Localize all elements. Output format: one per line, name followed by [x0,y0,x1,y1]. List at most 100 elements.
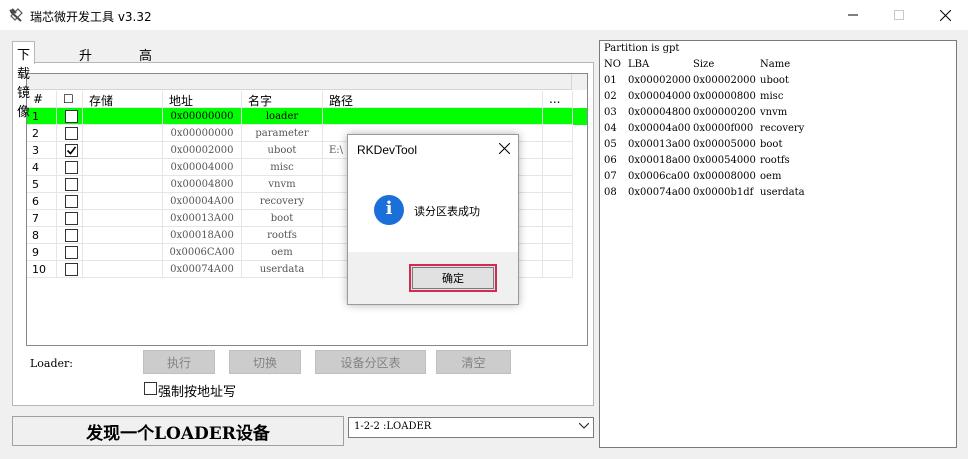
cell-index: 7 [27,210,57,227]
tab-upgrade-firmware[interactable]: 升级固件 [74,42,97,121]
tool-icon [8,7,24,23]
col-header-name[interactable]: 名字 [242,91,323,108]
cell-index: 10 [27,261,57,278]
cell-index: 5 [27,176,57,193]
window-title: 瑞芯微开发工具 v3.32 [30,10,152,24]
cell-check [57,142,83,159]
dialog-message: 读分区表成功 [414,205,480,218]
cell-storage [83,125,163,142]
cell-more [543,227,573,244]
row-checkbox[interactable] [65,127,78,140]
cell-more [543,142,573,159]
row-checkbox[interactable] [65,246,78,259]
cell-storage [83,261,163,278]
row-checkbox[interactable] [65,144,78,157]
cell-storage [83,159,163,176]
minimize-button[interactable] [830,0,876,30]
device-status: 发现一个LOADER设备 [12,416,344,446]
col-header-index[interactable]: # [27,91,57,108]
device-select[interactable]: 1-2-2 :LOADER [348,417,594,438]
cell-storage [83,193,163,210]
cell-index: 6 [27,193,57,210]
rkdevtool-dialog: RKDevTool i 读分区表成功 确定 [347,134,519,305]
cell-address: 0x00000000 [163,125,242,142]
row-checkbox[interactable] [65,110,78,123]
cell-check [57,261,83,278]
cell-storage [83,176,163,193]
cell-check [57,108,83,125]
cell-name: vnvm [242,176,323,193]
cell-check [57,244,83,261]
loader-label: Loader: [30,357,74,370]
tab-advanced[interactable]: 高级功能 [134,42,157,121]
run-button[interactable]: 执行 [143,350,215,374]
cell-address: 0x00004A00 [163,193,242,210]
partition-header: Partition is gpt [604,43,680,54]
dialog-footer: 确定 [348,252,518,304]
row-checkbox[interactable] [65,263,78,276]
cell-index: 1 [27,108,57,125]
cell-address: 0x00004800 [163,176,242,193]
cell-name: parameter [242,125,323,142]
cell-name: oem [242,244,323,261]
cell-index: 4 [27,159,57,176]
close-icon[interactable] [499,143,510,154]
col-header-path[interactable]: 路径 [323,91,543,108]
cell-more [543,159,573,176]
row-checkbox[interactable] [65,212,78,225]
clear-button[interactable]: 清空 [436,350,511,374]
cell-path [323,108,543,125]
row-checkbox[interactable] [65,229,78,242]
title-bar: 瑞芯微开发工具 v3.32 [0,0,968,30]
cell-storage [83,142,163,159]
col-header-address[interactable]: 地址 [163,91,242,108]
table-row[interactable]: 1 0x00000000 loader [27,108,587,125]
device-select-value: 1-2-2 :LOADER [354,421,432,432]
cell-storage [83,108,163,125]
row-checkbox[interactable] [65,195,78,208]
info-icon: i [374,195,404,225]
cell-storage [83,244,163,261]
col-header-check[interactable]: ☐ [57,91,83,108]
table-corner [571,74,587,90]
col-header-more[interactable]: ... [543,91,573,108]
col-header-storage[interactable]: 存储 [83,91,163,108]
device-partition-table-button[interactable]: 设备分区表 [315,350,426,374]
close-button[interactable] [922,0,968,30]
cell-address: 0x0006CA00 [163,244,242,261]
cell-more [543,108,573,125]
cell-check [57,227,83,244]
ok-button[interactable]: 确定 [409,264,497,292]
cell-name: loader [242,108,323,125]
row-checkbox[interactable] [65,178,78,191]
force-address-checkbox[interactable] [144,382,157,395]
cell-name: uboot [242,142,323,159]
cell-index: 2 [27,125,57,142]
cell-name: misc [242,159,323,176]
cell-name: recovery [242,193,323,210]
dialog-title: RKDevTool [357,143,418,157]
force-address-label: 强制按地址写 [158,385,237,400]
cell-address: 0x00074A00 [163,261,242,278]
cell-check [57,210,83,227]
row-checkbox[interactable] [65,161,78,174]
cell-index: 8 [27,227,57,244]
close-icon [939,9,951,21]
cell-check [57,193,83,210]
minimize-icon [848,14,858,16]
check-icon [66,146,77,155]
switch-button[interactable]: 切换 [229,350,301,374]
cell-more [543,244,573,261]
cell-storage [83,210,163,227]
tab-download-image[interactable]: 下载镜像 [12,41,36,120]
partition-info-panel[interactable]: Partition is gpt NO LBA Size Name 01 0x00… [599,40,957,448]
cell-check [57,159,83,176]
cell-address: 0x00004000 [163,159,242,176]
chevron-down-icon [579,423,589,429]
cell-address: 0x00002000 [163,142,242,159]
cell-more [543,125,573,142]
cell-index: 9 [27,244,57,261]
maximize-button[interactable] [876,0,922,30]
cell-name: userdata [242,261,323,278]
cell-index: 3 [27,142,57,159]
